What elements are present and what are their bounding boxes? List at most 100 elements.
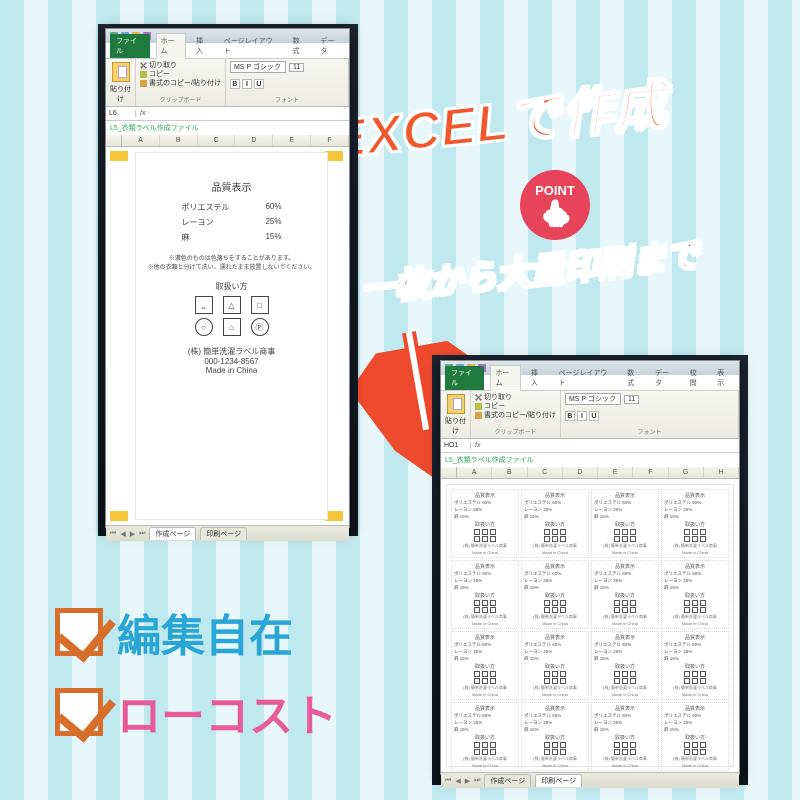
sheet-tab-create[interactable]: 作成ページ: [149, 527, 196, 540]
formula-bar: L6 fx: [106, 107, 349, 121]
col-header[interactable]: F: [633, 467, 668, 478]
col-header[interactable]: A: [457, 467, 492, 478]
col-header[interactable]: C: [198, 135, 236, 146]
fx-icon[interactable]: fx: [471, 442, 484, 449]
ribbon: 貼り付け 切り取り コピー 書式のコピー/貼り付け クリップボード MS P ゴ…: [106, 59, 349, 107]
sheet-tab-print[interactable]: 印刷ページ: [535, 774, 582, 787]
sheet-nav-last-icon[interactable]: ⏭: [474, 777, 480, 785]
col-header[interactable]: C: [528, 467, 563, 478]
cut-button[interactable]: 切り取り: [484, 393, 512, 402]
name-box[interactable]: L6: [106, 110, 136, 117]
font-size-select[interactable]: 11: [289, 63, 304, 72]
italic-button[interactable]: I: [577, 411, 587, 421]
sheet-nav-last-icon[interactable]: ⏭: [139, 530, 145, 538]
tab-review[interactable]: 校閲: [686, 366, 708, 390]
copy-icon[interactable]: [140, 71, 147, 78]
bullet-lowcost: ローコスト: [55, 680, 337, 744]
col-header[interactable]: B: [160, 135, 198, 146]
bullet2-text: ローコスト: [117, 680, 337, 744]
check-icon: [55, 608, 103, 656]
tab-data[interactable]: データ: [651, 366, 680, 390]
sheet-area[interactable]: 品質表示ポリエステル 60%レーヨン 25%麻 15%取扱い方(株) 簡単洗濯ラ…: [441, 479, 739, 772]
copy-button[interactable]: コピー: [149, 70, 170, 79]
font-size-select[interactable]: 11: [624, 395, 639, 404]
col-header[interactable]: G: [669, 467, 704, 478]
copy-icon[interactable]: [475, 403, 482, 410]
fx-icon[interactable]: fx: [136, 110, 149, 117]
tab-file[interactable]: ファイル: [445, 366, 484, 390]
formula-bar: HO1 fx: [441, 439, 739, 453]
name-box[interactable]: HO1: [441, 442, 471, 449]
column-headers: A B C D E F G H: [441, 467, 739, 479]
select-all-corner[interactable]: [441, 467, 457, 478]
tab-insert[interactable]: 挿入: [527, 366, 549, 390]
col-header[interactable]: D: [563, 467, 598, 478]
format-painter-button[interactable]: 書式のコピー/貼り付け: [149, 79, 221, 88]
font-name-select[interactable]: MS P ゴシック: [230, 61, 286, 73]
sheet-tab-create[interactable]: 作成ページ: [484, 774, 531, 787]
col-header[interactable]: D: [235, 135, 273, 146]
wash-symbol-icon: ⎵: [195, 296, 213, 314]
font-name-select[interactable]: MS P ゴシック: [565, 393, 621, 405]
material-pct: 60%: [265, 202, 281, 213]
headline-excel: EXCELで作成: [327, 63, 670, 173]
sheet-tab-print[interactable]: 印刷ページ: [200, 527, 247, 540]
format-painter-icon[interactable]: [475, 412, 482, 419]
col-header[interactable]: E: [598, 467, 633, 478]
tab-file[interactable]: ファイル: [110, 34, 150, 58]
label-company: (株) 簡単洗濯ラベル商事: [188, 346, 276, 357]
material-pct: 25%: [265, 217, 281, 228]
sheet-nav-prev-icon[interactable]: ◀: [455, 777, 460, 785]
bold-button[interactable]: B: [565, 411, 575, 421]
sheet-nav-next-icon[interactable]: ▶: [465, 777, 470, 785]
sheet-nav-prev-icon[interactable]: ◀: [120, 530, 125, 538]
underline-button[interactable]: U: [589, 411, 599, 421]
italic-button[interactable]: I: [242, 79, 252, 89]
tab-data[interactable]: データ: [316, 34, 345, 58]
col-header[interactable]: A: [122, 135, 160, 146]
col-header[interactable]: H: [704, 467, 739, 478]
col-header[interactable]: E: [273, 135, 311, 146]
tab-formulas[interactable]: 数式: [289, 34, 311, 58]
paste-button[interactable]: 貼り付け: [110, 84, 131, 104]
label-title: 品質表示: [212, 179, 252, 194]
col-header[interactable]: F: [311, 135, 349, 146]
tab-home[interactable]: ホーム: [156, 33, 186, 59]
sheet-nav-first-icon[interactable]: ⏮: [110, 530, 116, 538]
cut-icon[interactable]: [475, 394, 482, 401]
font-group-label: フォント: [565, 427, 734, 436]
underline-button[interactable]: U: [254, 79, 264, 89]
tab-page-layout[interactable]: ページレイアウト: [555, 366, 618, 390]
format-painter-icon[interactable]: [140, 80, 147, 87]
dryclean-symbol-icon: Ⓟ: [251, 318, 269, 336]
col-header[interactable]: B: [492, 467, 527, 478]
column-headers: A B C D E F: [106, 135, 349, 147]
mini-label: 品質表示ポリエステル 60%レーヨン 25%麻 15%取扱い方(株) 簡単洗濯ラ…: [521, 631, 589, 700]
paste-icon[interactable]: [112, 62, 130, 82]
tab-view[interactable]: 表示: [713, 366, 735, 390]
paste-icon[interactable]: [447, 394, 465, 414]
label-tel: 000-1234-8567: [188, 357, 276, 366]
tab-formulas[interactable]: 数式: [623, 366, 645, 390]
mini-label: 品質表示ポリエステル 60%レーヨン 25%麻 15%取扱い方(株) 簡単洗濯ラ…: [451, 631, 519, 700]
bold-button[interactable]: B: [230, 79, 240, 89]
sheet-area[interactable]: 品質表示 ポリエステル60% レーヨン25% 麻15% ※濃色のものは色落ちをす…: [106, 147, 349, 525]
select-all-corner[interactable]: [106, 135, 122, 146]
tab-insert[interactable]: 挿入: [192, 34, 214, 58]
clipboard-group-label: クリップボード: [475, 427, 556, 436]
format-painter-button[interactable]: 書式のコピー/貼り付け: [484, 411, 556, 420]
label-note: ※濃色のものは色落ちをすることがあります。 ※他の衣類と分けて洗い、濡れたまま放…: [148, 253, 316, 271]
sheet-nav-first-icon[interactable]: ⏮: [445, 777, 451, 785]
copy-button[interactable]: コピー: [484, 402, 505, 411]
mini-label: 品質表示ポリエステル 60%レーヨン 25%麻 15%取扱い方(株) 簡単洗濯ラ…: [591, 631, 659, 700]
tab-home[interactable]: ホーム: [490, 365, 520, 391]
cut-icon[interactable]: [140, 62, 147, 69]
mini-label: 品質表示ポリエステル 60%レーヨン 25%麻 15%取扱い方(株) 簡単洗濯ラ…: [521, 702, 589, 771]
sheet-nav-next-icon[interactable]: ▶: [130, 530, 135, 538]
excel-window-multi: ファイル ホーム 挿入 ページレイアウト 数式 データ 校閲 表示 貼り付け 切…: [440, 360, 740, 775]
iron-symbol-icon: ⌂: [223, 318, 241, 336]
paste-button[interactable]: 貼り付け: [445, 416, 466, 436]
mini-label: 品質表示ポリエステル 60%レーヨン 25%麻 15%取扱い方(株) 簡単洗濯ラ…: [661, 631, 729, 700]
cut-button[interactable]: 切り取り: [149, 61, 177, 70]
tab-page-layout[interactable]: ページレイアウト: [220, 34, 283, 58]
